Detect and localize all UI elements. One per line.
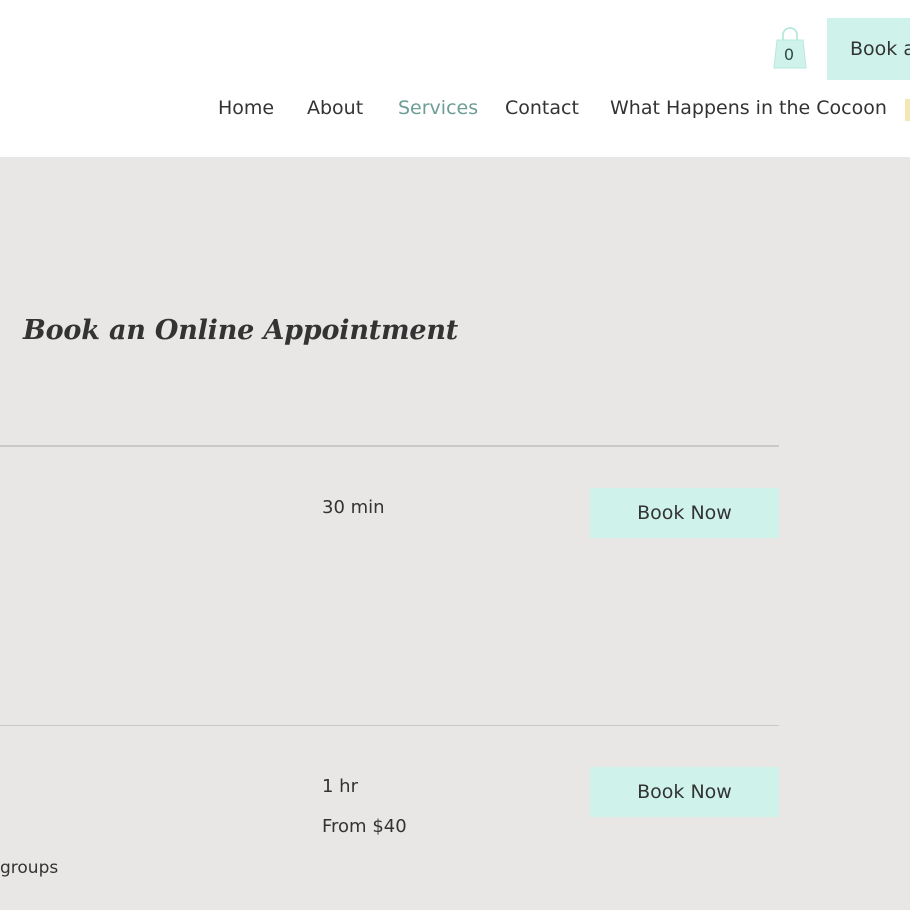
book-appointment-button[interactable]: Book a xyxy=(827,18,910,80)
nav-item-what-happens[interactable]: What Happens in the Cocoon xyxy=(610,97,887,119)
nav-item-about[interactable]: About xyxy=(307,97,363,119)
service-divider xyxy=(0,445,779,447)
service-description: groups xyxy=(0,858,59,878)
book-now-button[interactable]: Book Now xyxy=(590,767,779,817)
cart-count: 0 xyxy=(783,45,795,64)
service-price: From $40 xyxy=(322,816,407,837)
page-title: Book an Online Appointment xyxy=(23,315,459,346)
service-duration: 1 hr xyxy=(322,776,358,797)
nav-item-services[interactable]: Services xyxy=(398,97,478,119)
services-section: Book an Online Appointment 30 min Book N… xyxy=(0,157,910,910)
service-duration: 30 min xyxy=(322,497,385,518)
cart-button[interactable]: 0 xyxy=(772,26,808,72)
book-now-button[interactable]: Book Now xyxy=(590,488,779,538)
site-header: 0 Book a Home About Services Contact Wha… xyxy=(0,0,910,157)
nav-item-home[interactable]: Home xyxy=(218,97,274,119)
nav-overflow-item[interactable] xyxy=(905,99,910,121)
nav-item-contact[interactable]: Contact xyxy=(505,97,579,119)
service-divider xyxy=(0,725,779,726)
